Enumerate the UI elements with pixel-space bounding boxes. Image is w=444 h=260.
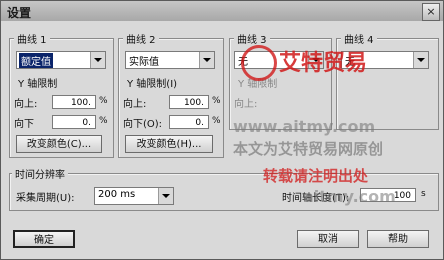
curve-2-select-value: 实际值 — [129, 57, 159, 68]
curve-2-upper-unit: % — [212, 96, 221, 106]
curve-3-title: 曲线 3 — [234, 31, 270, 46]
curve-2-ylimit-label: Y 轴限制(I) — [127, 79, 178, 90]
help-button[interactable]: 帮助 — [367, 230, 429, 248]
settings-dialog: 设置 × 曲线 1 额定值 Y 轴限制 向上: 100. % 向下 0. % 改… — [0, 0, 444, 260]
watermark-brand: 艾特贸易 — [279, 51, 368, 76]
curve-2-lower-unit: % — [212, 116, 221, 126]
watermark-url-1: www.aitmy.com — [233, 117, 376, 136]
curve-3-upper-label: 向上: — [234, 99, 258, 110]
curve-1-upper-unit: % — [99, 96, 108, 106]
title-bar: 设置 × — [1, 1, 443, 21]
watermark-reprint-notice: 转载请注明出处 — [263, 167, 369, 185]
curve-2-color-button[interactable]: 改变颜色(H)... — [125, 135, 213, 153]
axis-length-unit: s — [421, 189, 426, 199]
curve-1-title: 曲线 1 — [14, 31, 50, 46]
chevron-down-icon[interactable] — [90, 52, 105, 68]
chevron-down-icon[interactable] — [158, 188, 173, 204]
curve-2-upper-label: 向上: — [123, 99, 147, 110]
watermark-original-notice: 本文为艾特贸易网原创 — [233, 140, 384, 158]
curve-2-title: 曲线 2 — [123, 31, 159, 46]
watermark-url-2: aitmy.com — [303, 187, 396, 206]
curve-1-color-button[interactable]: 改变颜色(C)... — [16, 135, 102, 153]
curve-1-lower-input[interactable]: 0. — [52, 115, 96, 129]
curve-2-upper-input[interactable]: 100. — [169, 95, 209, 109]
cancel-button[interactable]: 取消 — [297, 230, 359, 248]
curve-2-select[interactable]: 实际值 — [125, 51, 215, 69]
chevron-down-icon[interactable] — [413, 52, 428, 68]
curve-1-lower-unit: % — [99, 116, 108, 126]
curve-1-ylimit-label: Y 轴限制 — [18, 79, 58, 90]
curve-1-upper-input[interactable]: 100. — [52, 95, 96, 109]
window-title: 设置 — [7, 6, 32, 20]
period-select[interactable]: 200 ms — [94, 187, 174, 205]
ok-button[interactable]: 确定 — [13, 230, 75, 248]
curve-1-upper-label: 向上: — [14, 99, 38, 110]
curve-2-group: 曲线 2 实际值 Y 轴限制(I) 向上: 100. % 向下(O): 0. %… — [118, 31, 224, 158]
period-select-value: 200 ms — [98, 189, 136, 200]
curve-1-select[interactable]: 额定值 — [16, 51, 106, 69]
curve-1-group: 曲线 1 额定值 Y 轴限制 向上: 100. % 向下 0. % 改变颜色(C… — [9, 31, 114, 158]
curve-4-title: 曲线 4 — [341, 31, 377, 46]
close-button[interactable]: × — [422, 3, 440, 21]
curve-1-select-value: 额定值 — [19, 53, 53, 68]
curve-1-lower-label: 向下 — [14, 119, 34, 130]
curve-2-lower-input[interactable]: 0. — [169, 115, 209, 129]
curve-2-lower-label: 向下(O): — [123, 119, 163, 130]
watermark-logo-icon — [241, 45, 277, 81]
period-label: 采集周期(U): — [16, 193, 75, 204]
chevron-down-icon[interactable] — [199, 52, 214, 68]
time-resolution-title: 时间分辨率 — [12, 166, 68, 181]
